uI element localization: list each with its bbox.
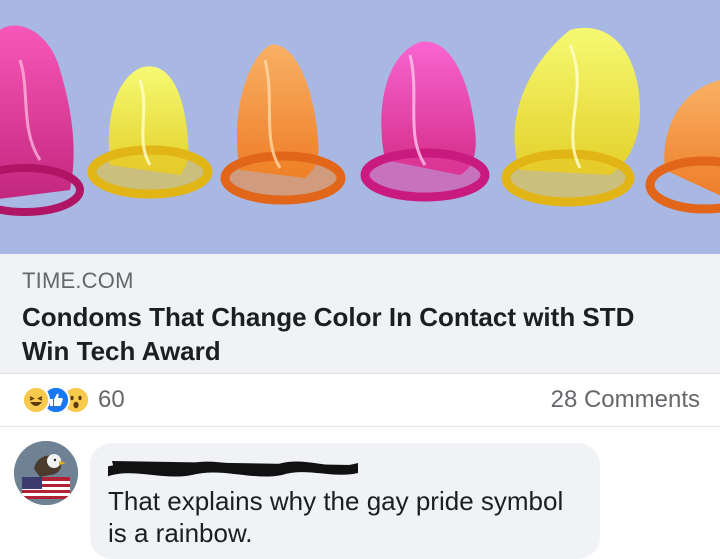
reaction-count: 60 [98, 386, 125, 413]
comment-bubble: That explains why the gay pride symbol i… [90, 443, 600, 559]
reactions-summary[interactable]: 60 [22, 386, 125, 414]
redaction-scribble [108, 461, 358, 477]
comment-author[interactable] [108, 455, 582, 485]
link-headline[interactable]: Condoms That Change Color In Contact wit… [22, 300, 682, 368]
post-stats-bar: 60 28 Comments [0, 374, 720, 427]
condoms-photo [0, 0, 720, 254]
reaction-icons [22, 386, 90, 414]
link-preview-meta[interactable]: TIME.COM Condoms That Change Color In Co… [0, 254, 720, 374]
haha-reaction-icon [22, 386, 50, 414]
link-domain: TIME.COM [22, 268, 134, 293]
comment: That explains why the gay pride symbol i… [0, 427, 720, 559]
facebook-post-card: TIME.COM Condoms That Change Color In Co… [0, 0, 720, 559]
comments-count-link[interactable]: 28 Comments [551, 386, 700, 414]
comment-text: That explains why the gay pride symbol i… [108, 486, 564, 548]
eagle-flag-avatar-icon [14, 441, 78, 505]
link-preview-image[interactable] [0, 0, 720, 254]
avatar[interactable] [14, 441, 78, 505]
